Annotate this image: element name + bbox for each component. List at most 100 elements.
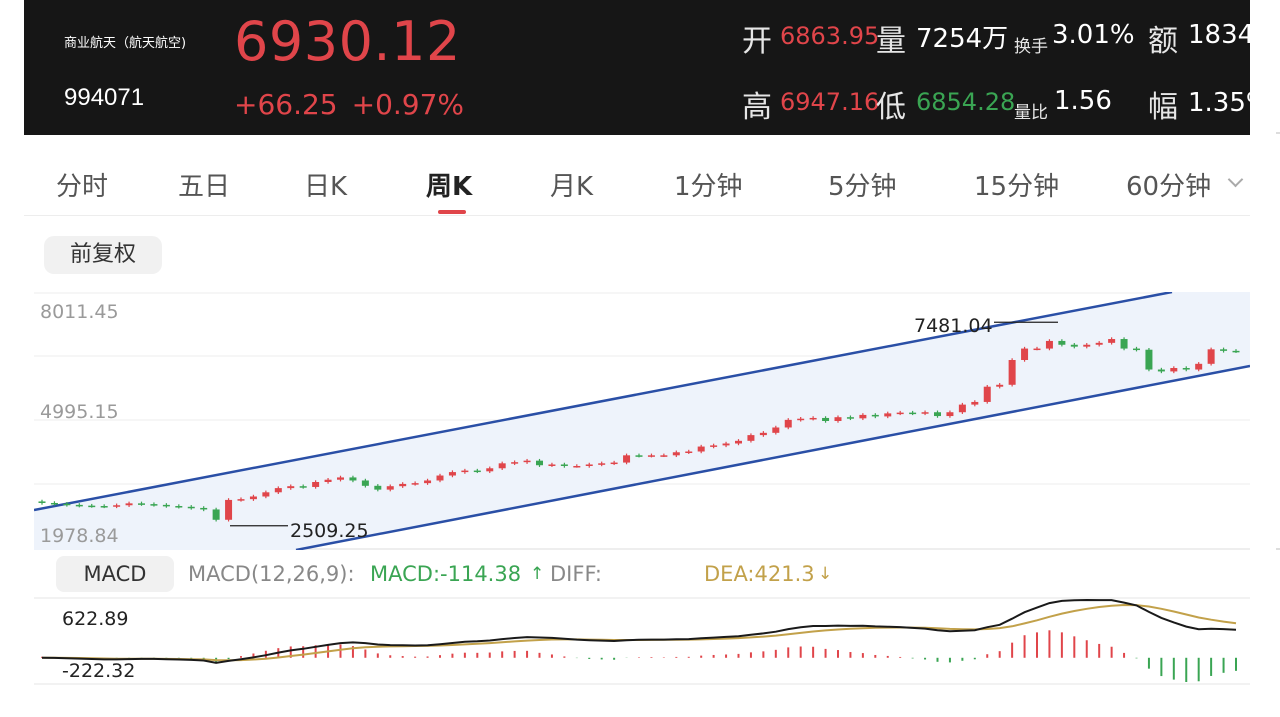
candle-down	[1232, 350, 1240, 353]
candle-up	[486, 468, 494, 472]
low-value: 6854.28	[916, 88, 1016, 116]
chevron-down-icon[interactable]	[1227, 171, 1244, 188]
candle-up	[1045, 340, 1053, 349]
tab-60min[interactable]: 60分钟	[1126, 166, 1211, 203]
tab-monthly-k[interactable]: 月K	[550, 166, 593, 203]
candle-up	[958, 404, 966, 413]
candle-up	[1170, 368, 1178, 372]
candle-up	[946, 412, 954, 417]
dea-value: DEA:421.3	[704, 562, 815, 586]
amplitude-value: 1.35%	[1188, 88, 1250, 118]
y-tick-mid: 4995.15	[40, 401, 119, 423]
price-adjust-button[interactable]: 前复权	[44, 236, 162, 274]
edge-marker	[1276, 548, 1280, 550]
dea-line	[42, 603, 1237, 662]
active-tab-indicator	[438, 210, 466, 214]
last-price: 6930.12	[234, 10, 461, 73]
volume-value: 7254万	[916, 24, 1009, 54]
candle-up	[735, 440, 742, 444]
candle-up	[710, 445, 718, 447]
candle-down	[162, 504, 170, 507]
candle-up	[399, 483, 407, 487]
candle-up	[797, 418, 805, 421]
candle-up	[834, 417, 842, 422]
candle-up	[585, 464, 593, 466]
candle-down	[1120, 339, 1128, 349]
candle-up	[337, 477, 344, 480]
diff-label: DIFF:	[550, 562, 602, 586]
low-label: 低	[876, 90, 906, 125]
candle-down	[536, 460, 543, 466]
tab-intraday[interactable]: 分时	[56, 166, 108, 203]
candle-down	[1070, 344, 1078, 347]
candle-down	[299, 486, 307, 488]
kline-chart[interactable]: 7481.04 2509.25 8011.45 4995.15 1978.84	[34, 292, 1250, 550]
change-percent: +0.97%	[351, 88, 465, 121]
candle-up	[511, 462, 519, 464]
candle-down	[150, 504, 158, 506]
tab-daily-k[interactable]: 日K	[304, 166, 347, 203]
vol-ratio-value: 1.56	[1054, 86, 1112, 116]
candle-up	[660, 455, 668, 457]
arrow-down-icon: ↓	[818, 564, 833, 584]
candle-up	[1108, 339, 1116, 343]
candle-up	[971, 401, 979, 405]
amount-label: 额	[1148, 24, 1178, 59]
candle-down	[1157, 369, 1165, 372]
candle-down	[934, 412, 941, 417]
candle-up	[1008, 360, 1016, 385]
candle-up	[983, 386, 991, 402]
candle-up	[249, 496, 257, 500]
tab-weekly-k[interactable]: 周K	[426, 166, 472, 203]
candle-up	[573, 465, 581, 468]
candle-up	[1207, 349, 1215, 364]
tab-5min[interactable]: 5分钟	[828, 166, 897, 203]
candle-up	[722, 443, 730, 446]
macd-toolbar: MACD MACD(12,26,9): MACD:-114.38 ↑ DIFF:…	[24, 552, 1250, 596]
candle-down	[1182, 368, 1190, 370]
candle-down	[138, 503, 145, 505]
candle-up	[610, 462, 618, 465]
candle-up	[225, 499, 233, 520]
candle-up	[113, 505, 121, 507]
candle-up	[759, 432, 767, 436]
high-label: 高	[742, 90, 772, 125]
candle-up	[523, 460, 531, 463]
candle-up	[647, 455, 655, 457]
candle-up	[262, 492, 270, 497]
candle-up	[996, 384, 1004, 387]
candle-down	[349, 477, 357, 481]
period-tabs: 分时 五日 日K 周K 月K 1分钟 5分钟 15分钟 60分钟	[24, 148, 1250, 216]
indicator-select-button[interactable]: MACD	[56, 556, 174, 592]
amount-value: 1834	[1188, 20, 1250, 50]
candle-down	[200, 507, 208, 510]
candle-down	[1220, 349, 1228, 351]
volume-label: 量	[876, 24, 906, 59]
price-change: +66.25 +0.97%	[234, 88, 478, 121]
y-tick-bottom: 1978.84	[40, 525, 119, 547]
candle-up	[324, 479, 332, 483]
candle-up	[424, 480, 432, 484]
candle-down	[560, 464, 568, 466]
candle-down	[1145, 349, 1153, 370]
tab-five-day[interactable]: 五日	[178, 166, 230, 203]
candle-up	[859, 414, 867, 419]
macd-histogram	[41, 630, 1237, 682]
macd-params: MACD(12,26,9):	[188, 562, 355, 586]
app-window: 商业航天（航天航空) 994071 6930.12 +66.25 +0.97% 开…	[24, 0, 1250, 717]
candle-up	[312, 482, 320, 487]
candle-down	[909, 412, 917, 415]
candle-up	[386, 486, 394, 490]
stock-code: 994071	[64, 84, 145, 111]
macd-chart[interactable]: 622.89 -222.32	[34, 596, 1250, 706]
candle-down	[635, 455, 643, 457]
candle-down	[187, 506, 195, 509]
candle-up	[772, 427, 780, 433]
candle-up	[461, 470, 469, 473]
candle-up	[685, 451, 693, 454]
candle-down	[63, 503, 71, 506]
y-tick-top: 8011.45	[40, 301, 119, 323]
tab-1min[interactable]: 1分钟	[674, 166, 743, 203]
turnover-label: 换手	[1014, 37, 1048, 57]
tab-15min[interactable]: 15分钟	[974, 166, 1059, 203]
